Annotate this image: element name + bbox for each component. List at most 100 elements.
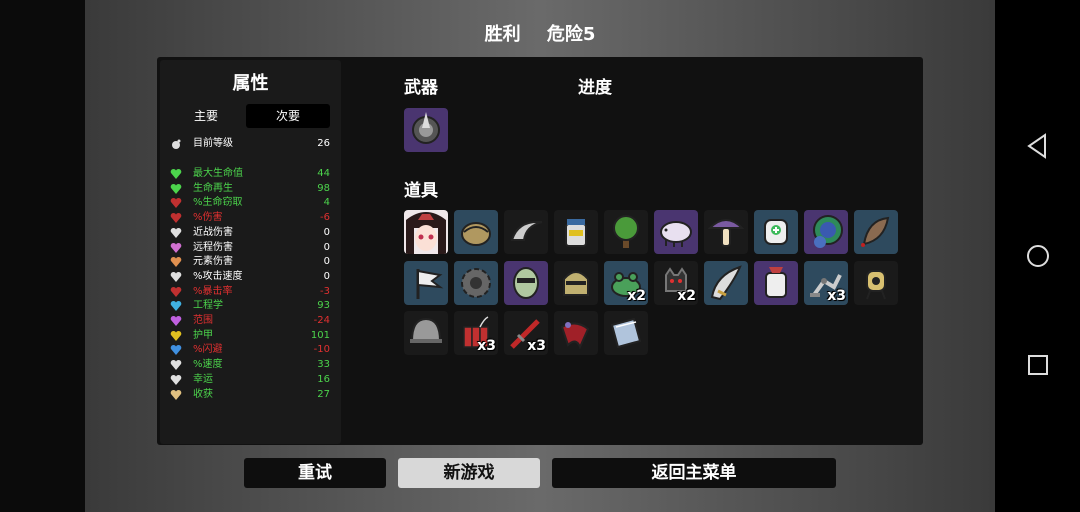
inventory-slot[interactable] — [604, 210, 648, 254]
stat-row: %伤害 -6 — [168, 211, 334, 225]
inventory-slot[interactable] — [654, 210, 698, 254]
leech-icon — [854, 210, 898, 254]
stat-value: 33 — [317, 359, 330, 371]
tab-primary-stats[interactable]: 主要 — [164, 104, 248, 128]
speed-icon — [170, 359, 182, 371]
inventory-slot[interactable]: x2 — [604, 260, 648, 305]
inventory-slot[interactable] — [604, 311, 648, 355]
tab-secondary-stats[interactable]: 次要 — [246, 104, 330, 128]
stat-row: %攻击速度 0 — [168, 270, 334, 284]
inventory-slot[interactable] — [404, 210, 448, 254]
inventory-slot[interactable]: x3 — [454, 311, 498, 355]
inventory-slot[interactable] — [704, 210, 748, 254]
stat-label: 护甲 — [193, 329, 213, 341]
jar-icon — [554, 210, 598, 254]
lifesteal-icon — [170, 197, 182, 209]
stat-row: 幸运 16 — [168, 373, 334, 387]
inventory-slot[interactable] — [554, 260, 598, 305]
inventory-slot[interactable] — [754, 210, 798, 254]
stat-row: 最大生命值 44 — [168, 167, 334, 181]
inventory-slot[interactable] — [404, 311, 448, 355]
armor-icon — [170, 330, 182, 342]
turret-icon — [854, 261, 898, 305]
book-icon — [604, 311, 648, 355]
stat-value: 26 — [317, 138, 330, 149]
anime-girl-portrait-icon — [404, 210, 448, 254]
stat-value: 98 — [317, 182, 330, 194]
stat-value: 0 — [323, 270, 330, 282]
stat-value: 0 — [323, 256, 330, 268]
inventory-slot[interactable] — [704, 260, 748, 305]
inventory-slot[interactable] — [504, 260, 548, 305]
stat-row: %闪避 -10 — [168, 343, 334, 357]
stat-value: 101 — [310, 329, 330, 341]
stat-row: 生命再生 98 — [168, 182, 334, 196]
peacock-icon — [804, 210, 848, 254]
regen-icon — [170, 183, 182, 195]
inventory-slot[interactable] — [454, 260, 498, 305]
luck-icon — [170, 374, 182, 386]
stat-value: -6 — [320, 212, 330, 224]
inventory-slot[interactable]: x3 — [504, 311, 548, 355]
item-quantity: x3 — [477, 338, 496, 354]
danger-level: 危险5 — [546, 24, 596, 45]
inventory-slot[interactable] — [554, 210, 598, 254]
recents-icon[interactable] — [1023, 350, 1053, 380]
stat-label: 元素伤害 — [193, 256, 233, 268]
back-icon[interactable] — [1023, 131, 1053, 161]
tree-icon — [604, 210, 648, 254]
alien-mask-icon — [504, 261, 548, 305]
inventory-slot[interactable] — [754, 260, 798, 305]
inventory-slot[interactable] — [404, 108, 448, 152]
stat-label: %速度 — [193, 359, 223, 371]
ranged-icon — [170, 242, 182, 254]
item-quantity: x2 — [627, 287, 646, 304]
inventory-slot[interactable] — [404, 260, 448, 305]
inventory-slot[interactable] — [454, 210, 498, 254]
inventory-slot[interactable] — [854, 260, 898, 305]
stat-row: %生命窃取 4 — [168, 196, 334, 210]
inventory-slot[interactable]: x2 — [654, 260, 698, 305]
stat-label: %暴击率 — [193, 285, 233, 297]
crit-icon — [170, 286, 182, 298]
main-menu-button[interactable]: 返回主菜单 — [552, 458, 836, 488]
stat-row: %暴击率 -3 — [168, 285, 334, 299]
attack-speed-icon — [170, 271, 182, 283]
red-scarf-icon — [554, 311, 598, 355]
stat-label: 收获 — [193, 388, 213, 400]
inventory-slot[interactable] — [804, 210, 848, 254]
inventory-slot[interactable] — [554, 311, 598, 355]
white-flag-icon — [404, 261, 448, 305]
stat-row: 护甲 101 — [168, 329, 334, 343]
stat-value: 93 — [317, 300, 330, 312]
retry-button[interactable]: 重试 — [244, 458, 386, 488]
stat-row: %速度 33 — [168, 358, 334, 372]
stat-label: %伤害 — [193, 212, 223, 224]
engineering-icon — [170, 300, 182, 312]
claw-icon — [504, 210, 548, 254]
gear-icon — [454, 261, 498, 305]
harvest-icon — [170, 389, 182, 401]
range-icon — [170, 315, 182, 327]
stat-row: 收获 27 — [168, 388, 334, 402]
inventory-slot[interactable] — [504, 210, 548, 254]
level-icon — [170, 138, 182, 150]
stat-row-level: 目前等级 26 — [168, 137, 334, 151]
home-icon[interactable] — [1023, 241, 1053, 271]
items-heading: 道具 — [404, 181, 438, 201]
stat-value: -10 — [313, 344, 330, 356]
new-game-button[interactable]: 新游戏 — [398, 458, 540, 488]
stat-label: 最大生命值 — [193, 168, 243, 179]
stat-label: 工程学 — [193, 300, 223, 312]
stat-row: 范围 -24 — [168, 314, 334, 328]
screwdriver-icon — [404, 108, 448, 152]
result-label: 胜利 — [484, 24, 521, 45]
stat-row: 工程学 93 — [168, 299, 334, 313]
dodge-icon — [170, 344, 182, 356]
stat-value: -24 — [313, 315, 330, 326]
inventory-slot[interactable]: x3 — [804, 260, 848, 305]
stat-label: %生命窃取 — [193, 197, 243, 209]
item-quantity: x3 — [527, 338, 546, 354]
stat-row: 元素伤害 0 — [168, 255, 334, 269]
inventory-slot[interactable] — [854, 210, 898, 254]
